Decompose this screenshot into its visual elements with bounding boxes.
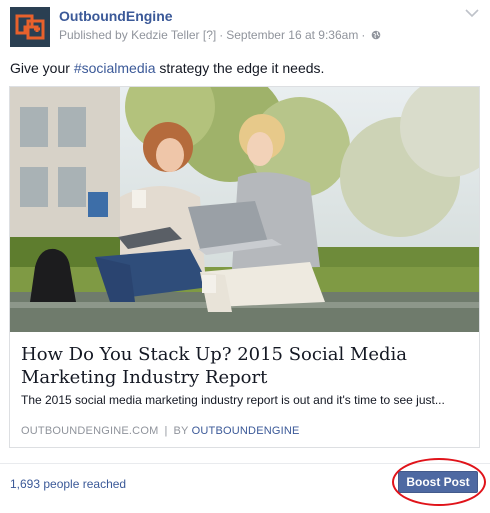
link-domain: OUTBOUNDENGINE.COM (21, 425, 159, 437)
by-prefix: BY (173, 425, 189, 437)
post-meta: Published by Kedzie Teller [?] · September… (59, 28, 381, 42)
meta-separator: · (219, 28, 224, 42)
status-after: strategy the edge it needs. (155, 60, 325, 76)
link-preview-card[interactable]: How Do You Stack Up? 2015 Social Media M… (9, 86, 480, 448)
page-avatar[interactable] (10, 7, 50, 47)
post-status-text: Give your #socialmedia strategy the edge… (10, 60, 324, 76)
link-source: OUTBOUNDENGINE.COM | BY OUTBOUNDENGINE (21, 425, 300, 437)
hashtag-link[interactable]: #socialmedia (74, 60, 156, 76)
link-description: The 2015 social media marketing industry… (21, 393, 445, 407)
published-prefix: Published by (59, 28, 128, 42)
help-marker[interactable]: [?] (203, 28, 216, 42)
source-separator: | (164, 425, 168, 437)
publisher-name: Kedzie Teller (131, 28, 200, 42)
footer-divider (0, 463, 490, 464)
facebook-post: OutboundEngine Published by Kedzie Telle… (0, 0, 490, 513)
post-timestamp[interactable]: September 16 at 9:36am (226, 28, 358, 42)
status-before: Give your (10, 60, 74, 76)
chevron-down-icon[interactable] (464, 6, 480, 18)
boost-post-button[interactable]: Boost Post (398, 471, 478, 493)
link-title[interactable]: How Do You Stack Up? 2015 Social Media M… (21, 343, 471, 389)
meta-separator-2: · (361, 28, 366, 42)
page-name-link[interactable]: OutboundEngine (59, 8, 173, 24)
link-preview-image[interactable] (10, 87, 479, 332)
people-reached-link[interactable]: 1,693 people reached (10, 477, 126, 491)
globe-icon[interactable] (371, 29, 381, 40)
author-link[interactable]: OUTBOUNDENGINE (192, 425, 300, 437)
outboundengine-logo-icon (10, 7, 50, 47)
